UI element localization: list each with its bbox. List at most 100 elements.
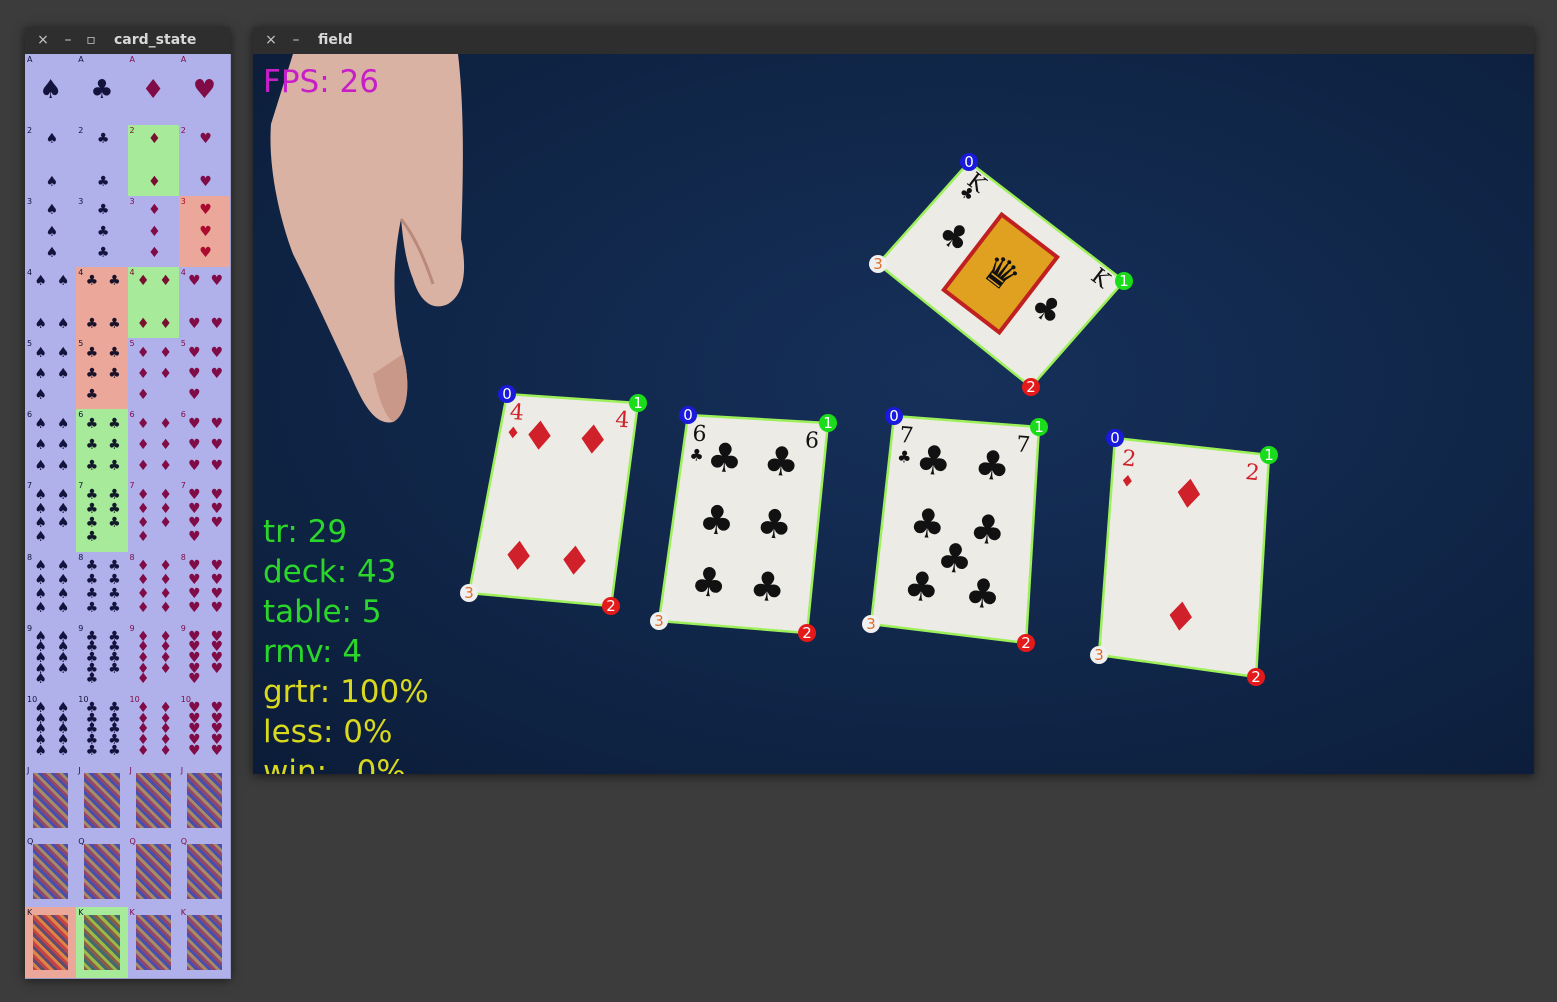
window-title: field bbox=[318, 32, 353, 48]
camera-scene: K♣K♛♣♣01234♦ 4♦ ♦♦ ♦0 1236♣6♣ ♣♣ ♣♣ ♣0 1237♣ 7♣ ♣♣… bbox=[270, 54, 1278, 686]
card-state-tint bbox=[25, 622, 77, 694]
detected-card: 4♦ 4♦ ♦♦ ♦0 123 bbox=[460, 385, 647, 615]
card-state-tint bbox=[76, 480, 128, 552]
card-state-tint bbox=[127, 409, 179, 481]
corner-label: 3 bbox=[873, 255, 883, 273]
card-cell-4-diamonds: 4♦♦♦♦ bbox=[127, 267, 180, 340]
card-rank: 7 bbox=[1015, 432, 1031, 458]
card-cell-K-spades: K bbox=[25, 906, 78, 979]
card-cell-3-diamonds: 3♦♦♦ bbox=[127, 196, 180, 269]
card-cell-Q-clubs: Q bbox=[76, 835, 129, 908]
card-rank: 2 bbox=[1121, 446, 1138, 472]
card-state-tint bbox=[178, 764, 230, 836]
card-state-tint bbox=[25, 906, 77, 978]
card-cell-4-hearts: 4♥♥♥♥ bbox=[178, 267, 231, 340]
card-cell-J-clubs: J bbox=[76, 764, 129, 837]
card-cell-8-spades: 8♠♠♠♠♠♠♠♠ bbox=[25, 551, 78, 624]
odds-greater: grtr: 100% bbox=[263, 674, 429, 710]
stat-deck: deck: 43 bbox=[263, 554, 397, 590]
card-state-tint bbox=[178, 338, 230, 410]
card-cell-10-spades: 10♠♠♠♠♠♠♠♠♠♠ bbox=[25, 693, 78, 766]
card-cell-3-hearts: 3♥♥♥ bbox=[178, 196, 231, 269]
card-state-tint bbox=[127, 54, 179, 126]
card-pip-icon: ♦ bbox=[555, 538, 594, 586]
corner-label: 1 bbox=[1119, 272, 1129, 290]
card-state-titlebar: × – ▫ card_state bbox=[25, 27, 230, 55]
card-cell-K-diamonds: K bbox=[127, 906, 180, 979]
card-state-tint bbox=[25, 835, 77, 907]
card-cell-4-spades: 4♠♠♠♠ bbox=[25, 267, 78, 340]
card-state-tint bbox=[178, 409, 230, 481]
card-pip-icon: ♣ bbox=[968, 506, 1007, 555]
card-state-tint bbox=[76, 409, 128, 481]
card-suit-icon: ♦ bbox=[505, 423, 521, 443]
maximize-icon[interactable]: ▫ bbox=[83, 32, 99, 48]
card-cell-Q-diamonds: Q bbox=[127, 835, 180, 908]
stat-table: table: 5 bbox=[263, 594, 382, 630]
card-state-tint bbox=[25, 764, 77, 836]
card-cell-4-clubs: 4♣♣♣♣ bbox=[76, 267, 129, 340]
corner-label: 0 bbox=[502, 385, 512, 403]
card-cell-10-diamonds: 10♦♦♦♦♦♦♦♦♦♦ bbox=[127, 693, 180, 766]
card-pip-icon: ♣ bbox=[935, 535, 974, 584]
card-cell-A-hearts: A♥ bbox=[178, 54, 231, 127]
card-cell-9-clubs: 9♣♣♣♣♣♣♣♣♣ bbox=[76, 622, 129, 695]
card-state-tint bbox=[25, 125, 77, 197]
card-cell-8-diamonds: 8♦♦♦♦♦♦♦♦ bbox=[127, 551, 180, 624]
card-state-tint bbox=[127, 267, 179, 339]
card-pip-icon: ♦ bbox=[1160, 593, 1201, 643]
card-cell-10-clubs: 10♣♣♣♣♣♣♣♣♣♣ bbox=[76, 693, 129, 766]
field-window: × – field K ♣ K ♛ ♣ ♣ 0 1 2 3 4 ♦ 4 ♦ ♦ ♦ ♦ 0 1 2 3 6 ♣ 6 ♣ ♣ ♣ ♣ ♣ ♣… bbox=[253, 27, 1534, 774]
card-cell-K-hearts: K bbox=[178, 906, 231, 979]
card-cell-9-spades: 9♠♠♠♠♠♠♠♠♠ bbox=[25, 622, 78, 695]
card-cell-2-clubs: 2♣♣ bbox=[76, 125, 129, 198]
detected-card: 7♣ 7♣ ♣♣ ♣♣ ♣♣0123 bbox=[862, 407, 1048, 652]
card-cell-J-diamonds: J bbox=[127, 764, 180, 837]
hand-shape bbox=[270, 54, 465, 423]
card-state-tint bbox=[76, 338, 128, 410]
card-pip-icon: ♣ bbox=[755, 501, 793, 549]
card-state-tint bbox=[178, 835, 230, 907]
card-state-tint bbox=[76, 54, 128, 126]
corner-label: 1 bbox=[1034, 418, 1044, 436]
corner-label: 2 bbox=[802, 624, 812, 642]
card-state-grid: A♠A♣A♦A♥ 2♠♠2♣♣2♦♦2♥♥ 3♠♠♠3♣♣♣3♦♦♦3♥♥♥ 4♠♠♠… bbox=[25, 54, 231, 979]
minimize-icon[interactable]: – bbox=[288, 32, 304, 48]
detected-cards: K♣K♛♣♣01234♦ 4♦ ♦♦ ♦0 1236♣6♣ ♣♣ ♣♣ ♣0 1237♣ 7♣ ♣♣… bbox=[460, 153, 1278, 686]
corner-label: 0 bbox=[964, 153, 974, 171]
card-cell-Q-spades: Q bbox=[25, 835, 78, 908]
card-suit-icon: ♦ bbox=[1119, 471, 1135, 491]
card-cell-2-spades: 2♠♠ bbox=[25, 125, 78, 198]
card-state-tint bbox=[76, 125, 128, 197]
corner-label: 3 bbox=[1094, 646, 1104, 664]
card-state-tint bbox=[127, 693, 179, 765]
card-state-tint bbox=[178, 196, 230, 268]
card-state-tint bbox=[76, 196, 128, 268]
card-cell-A-diamonds: A♦ bbox=[127, 54, 180, 127]
card-cell-3-clubs: 3♣♣♣ bbox=[76, 196, 129, 269]
card-cell-6-hearts: 6♥♥♥♥♥♥ bbox=[178, 409, 231, 482]
card-cell-J-spades: J bbox=[25, 764, 78, 837]
card-pip-icon: ♦ bbox=[573, 416, 612, 464]
card-outline bbox=[869, 414, 1041, 645]
card-cell-7-spades: 7♠♠♠♠♠♠♠ bbox=[25, 480, 78, 553]
card-state-window: × – ▫ card_state A♠A♣A♦A♥ 2♠♠2♣♣2♦♦2♥♥ 3♠♠… bbox=[25, 27, 231, 979]
card-pip-icon: ♦ bbox=[520, 413, 559, 461]
corner-label: 3 bbox=[464, 584, 474, 602]
corner-label: 2 bbox=[1026, 378, 1036, 396]
stat-rmv: rmv: 4 bbox=[263, 634, 363, 670]
card-pip-icon: ♦ bbox=[1168, 470, 1209, 520]
card-state-tint bbox=[178, 906, 230, 978]
field-titlebar: × – field bbox=[253, 27, 1534, 55]
corner-label: 2 bbox=[1251, 668, 1261, 686]
card-cell-5-hearts: 5♥♥♥♥♥ bbox=[178, 338, 231, 411]
card-cell-6-diamonds: 6♦♦♦♦♦♦ bbox=[127, 409, 180, 482]
card-state-tint bbox=[178, 480, 230, 552]
card-cell-Q-hearts: Q bbox=[178, 835, 231, 908]
card-cell-8-hearts: 8♥♥♥♥♥♥♥♥ bbox=[178, 551, 231, 624]
card-suit-icon: ♣ bbox=[689, 445, 704, 465]
card-pip-icon: ♣ bbox=[762, 438, 800, 486]
close-icon[interactable]: × bbox=[263, 32, 279, 48]
close-icon[interactable]: × bbox=[35, 32, 51, 48]
minimize-icon[interactable]: – bbox=[60, 32, 76, 48]
